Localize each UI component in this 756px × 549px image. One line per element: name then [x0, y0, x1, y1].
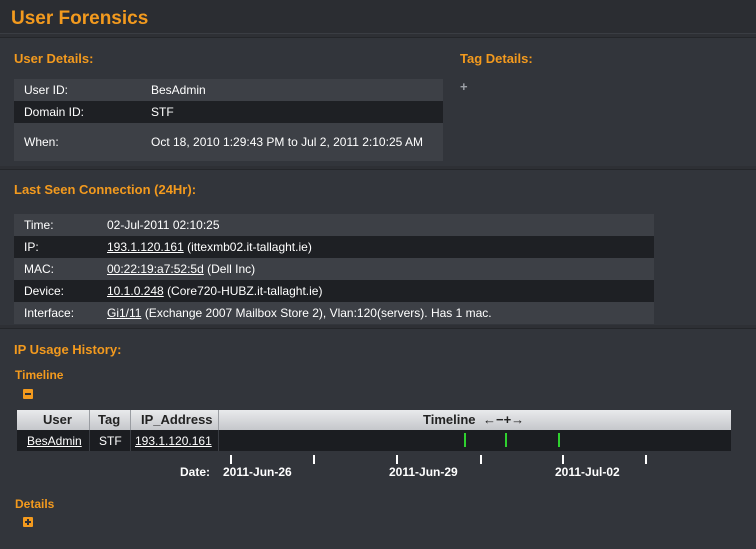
time-value: 02-Jul-2011 02:10:25 [97, 214, 654, 236]
time-row: Time: 02-Jul-2011 02:10:25 [14, 214, 654, 236]
user-details-heading: User Details: [14, 51, 94, 66]
domain-id-row: Domain ID: STF [14, 101, 443, 123]
date-axis-label: Date: [180, 465, 211, 479]
last-seen-heading: Last Seen Connection (24Hr): [14, 182, 197, 197]
mac-value: 00:22:19:a7:52:5d (Dell Inc) [97, 258, 654, 280]
device-link[interactable]: 10.1.0.248 [107, 284, 164, 298]
ip-usage-section: IP Usage History: Timeline User Tag IP_A… [0, 328, 756, 549]
mac-label: MAC: [14, 258, 97, 280]
user-id-row: User ID: BesAdmin [14, 79, 443, 101]
ip-usage-heading: IP Usage History: [14, 342, 122, 357]
time-label: Time: [14, 214, 97, 236]
interface-value: Gi1/11 (Exchange 2007 Mailbox Store 2), … [97, 302, 654, 324]
table-row: BesAdmin STF 193.1.120.161 [17, 430, 731, 451]
interface-row: Interface: Gi1/11 (Exchange 2007 Mailbox… [14, 302, 654, 324]
timeline-table-header: User Tag IP_Address Timeline ←−+→ [17, 410, 731, 430]
axis-tick [562, 455, 564, 464]
when-row: When: Oct 18, 2010 1:29:43 PM to Jul 2, … [14, 123, 443, 161]
page-title: User Forensics [11, 8, 149, 29]
interface-label: Interface: [14, 302, 97, 324]
mac-row: MAC: 00:22:19:a7:52:5d (Dell Inc) [14, 258, 654, 280]
ip-link[interactable]: 193.1.120.161 [107, 240, 184, 254]
axis-tick [645, 455, 647, 464]
column-tag[interactable]: Tag [98, 412, 120, 427]
row-user-link[interactable]: BesAdmin [27, 434, 82, 448]
ip-value: 193.1.120.161 (ittexmb02.it-tallaght.ie) [97, 236, 654, 258]
ip-row: IP: 193.1.120.161 (ittexmb02.it-tallaght… [14, 236, 654, 258]
last-seen-table: Time: 02-Jul-2011 02:10:25 IP: 193.1.120… [14, 214, 654, 324]
column-user[interactable]: User [43, 412, 72, 427]
axis-tick [396, 455, 398, 464]
axis-tick [480, 455, 482, 464]
ip-label: IP: [14, 236, 97, 258]
column-timeline: Timeline [423, 412, 476, 427]
interface-description: (Exchange 2007 Mailbox Store 2), Vlan:12… [144, 306, 492, 320]
add-tag-icon[interactable]: + [460, 79, 468, 94]
timeline-nav-controls[interactable]: ←−+→ [483, 412, 524, 427]
timeline-activity-mark [464, 433, 466, 447]
row-tag: STF [99, 434, 122, 448]
column-ip-address[interactable]: IP_Address [141, 412, 213, 427]
timeline-activity-mark [505, 433, 507, 447]
domain-id-label: Domain ID: [14, 101, 141, 123]
ip-hostname: (ittexmb02.it-tallaght.ie) [187, 240, 312, 254]
last-seen-section: Last Seen Connection (24Hr): Time: 02-Ju… [0, 169, 756, 325]
when-label: When: [14, 123, 141, 161]
device-row: Device: 10.1.0.248 (Core720-HUBZ.it-tall… [14, 280, 654, 302]
expand-details-icon[interactable] [23, 517, 33, 527]
user-details-table: User ID: BesAdmin Domain ID: STF When: O… [14, 79, 443, 161]
mac-link[interactable]: 00:22:19:a7:52:5d [107, 262, 204, 276]
collapse-timeline-icon[interactable] [23, 389, 33, 399]
device-value: 10.1.0.248 (Core720-HUBZ.it-tallaght.ie) [97, 280, 654, 302]
user-id-value: BesAdmin [141, 79, 443, 101]
user-details-section: User Details: User ID: BesAdmin Domain I… [0, 37, 756, 166]
interface-link[interactable]: Gi1/11 [107, 306, 141, 320]
when-value: Oct 18, 2010 1:29:43 PM to Jul 2, 2011 2… [141, 123, 443, 161]
date-tick-label: 2011-Jun-29 [389, 465, 458, 479]
details-heading: Details [15, 497, 55, 511]
timeline-heading: Timeline [15, 368, 64, 382]
axis-tick [313, 455, 315, 464]
axis-tick [230, 455, 232, 464]
tag-details-heading: Tag Details: [460, 51, 533, 66]
device-hostname: (Core720-HUBZ.it-tallaght.ie) [167, 284, 323, 298]
domain-id-value: STF [141, 101, 443, 123]
date-tick-label: 2011-Jul-02 [555, 465, 620, 479]
date-tick-label: 2011-Jun-26 [223, 465, 292, 479]
user-id-label: User ID: [14, 79, 141, 101]
device-label: Device: [14, 280, 97, 302]
row-ip-link[interactable]: 193.1.120.161 [135, 434, 212, 448]
title-bar: User Forensics [0, 0, 756, 34]
mac-vendor: (Dell Inc) [207, 262, 256, 276]
timeline-activity-mark [558, 433, 560, 447]
